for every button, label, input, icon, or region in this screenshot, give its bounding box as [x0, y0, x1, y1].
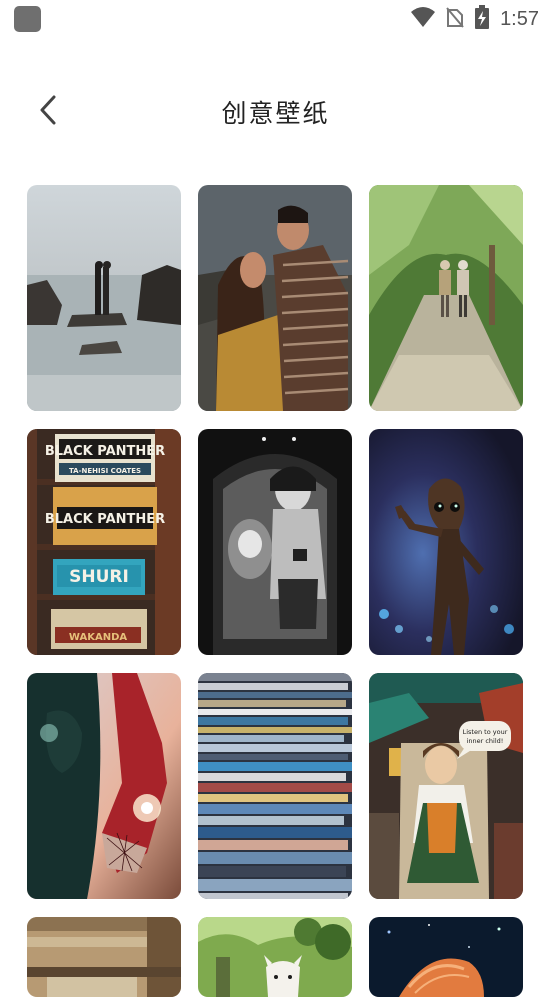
- status-time: 1:57: [500, 7, 539, 30]
- wifi-icon: [410, 6, 436, 32]
- wallpaper-alpaca[interactable]: [198, 917, 352, 997]
- mural-speech-line-2: inner child!: [467, 737, 504, 745]
- wallpaper-couple-on-rocks[interactable]: [27, 185, 181, 411]
- mural-speech-line-1: Listen to your: [463, 728, 508, 736]
- wallpaper-stacked-magazines[interactable]: [198, 673, 352, 899]
- comic-title-2: BLACK PANTHER: [45, 512, 165, 527]
- comic-title-1: BLACK PANTHER: [45, 444, 165, 459]
- app-indicator-icon: [14, 6, 41, 32]
- wallpaper-street-art-woman[interactable]: Listen to your inner child!: [369, 673, 523, 899]
- no-sim-icon: [446, 6, 464, 32]
- wallpaper-elderly-couple-walking[interactable]: [369, 185, 523, 411]
- wallpaper-spiderman-glove[interactable]: [27, 673, 181, 899]
- comic-wakanda: WAKANDA: [69, 632, 127, 643]
- page-title: 创意壁纸: [221, 99, 330, 128]
- wallpaper-comic-books[interactable]: BLACK PANTHER TA-NEHISI COATES BLACK PAN…: [27, 429, 181, 655]
- status-bar: 1:57: [0, 0, 551, 40]
- comic-author: TA-NEHISI COATES: [69, 467, 141, 475]
- wallpaper-couple-kiss-forehead[interactable]: [198, 185, 352, 411]
- wallpaper-old-building[interactable]: [27, 917, 181, 997]
- status-icons: 1:57: [410, 5, 539, 33]
- wallpaper-grid: BLACK PANTHER TA-NEHISI COATES BLACK PAN…: [27, 185, 524, 997]
- wallpaper-mural-black-white[interactable]: [198, 429, 352, 655]
- wallpaper-groot-figure[interactable]: [369, 429, 523, 655]
- comic-shuri: SHURI: [69, 567, 129, 587]
- header: 创意壁纸: [0, 80, 551, 140]
- wallpaper-jellyfish[interactable]: [369, 917, 523, 997]
- battery-charging-icon: [474, 5, 490, 33]
